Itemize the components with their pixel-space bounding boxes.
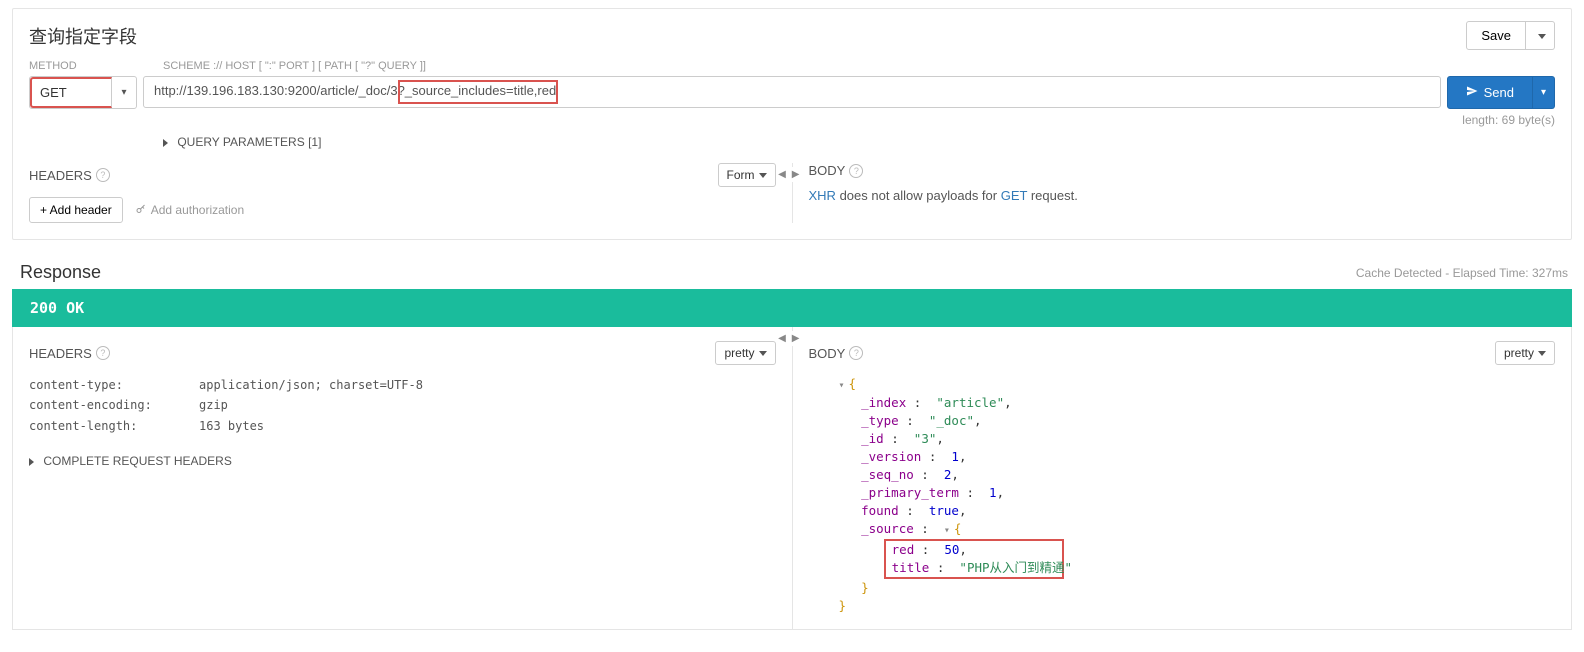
collapse-left-icon[interactable]: ◀	[776, 167, 788, 182]
help-icon[interactable]: ?	[849, 346, 863, 360]
response-body-view-select[interactable]: pretty	[1495, 341, 1555, 365]
response-headers-view-select[interactable]: pretty	[715, 341, 775, 365]
request-body-title: BODY ?	[809, 163, 864, 178]
caret-right-icon	[163, 139, 168, 147]
save-button[interactable]: Save	[1466, 21, 1526, 50]
query-parameters-toggle[interactable]: QUERY PARAMETERS [1]	[163, 135, 1555, 149]
url-text: http://139.196.183.130:9200/article/_doc…	[154, 83, 556, 98]
url-input[interactable]: http://139.196.183.130:9200/article/_doc…	[143, 76, 1441, 108]
method-caret-icon[interactable]: ▾	[112, 77, 136, 108]
collapse-right-icon[interactable]: ▶	[790, 167, 802, 182]
response-headers-list: content-type:application/json; charset=U…	[29, 375, 776, 436]
url-label: SCHEME :// HOST [ ":" PORT ] [ PATH [ "?…	[163, 60, 1555, 72]
response-body-title: BODY ?	[809, 346, 864, 361]
page-title: 查询指定字段	[29, 23, 137, 49]
json-collapse-icon[interactable]: ▾	[944, 525, 950, 536]
response-title: Response	[20, 262, 101, 283]
request-panel: 查询指定字段 Save METHOD SCHEME :// HOST [ ":"…	[12, 8, 1572, 240]
help-icon[interactable]: ?	[96, 346, 110, 360]
caret-right-icon	[29, 458, 34, 466]
collapse-left-icon[interactable]: ◀	[776, 331, 788, 346]
send-dropdown-button[interactable]: ▾	[1533, 76, 1555, 109]
key-icon	[135, 203, 147, 218]
response-status-bar: 200 OK	[12, 289, 1572, 327]
method-value: GET	[30, 77, 112, 108]
send-button[interactable]: Send	[1447, 76, 1533, 109]
response-json-body: ▾{ _index : "article", _type : "_doc", _…	[839, 375, 1556, 615]
method-label: METHOD	[29, 60, 159, 72]
response-meta: Cache Detected - Elapsed Time: 327ms	[1356, 266, 1568, 280]
request-body-info: XHR does not allow payloads for GET requ…	[809, 188, 1556, 203]
json-collapse-icon[interactable]: ▾	[839, 380, 845, 391]
add-authorization-link[interactable]: Add authorization	[135, 203, 244, 218]
send-icon	[1466, 85, 1478, 100]
json-highlight-annotation: red : 50, title : "PHP从入门到精通"	[884, 539, 1064, 579]
save-dropdown-button[interactable]	[1526, 21, 1555, 50]
request-headers-title: HEADERS ?	[29, 168, 110, 183]
help-icon[interactable]: ?	[96, 168, 110, 182]
collapse-right-icon[interactable]: ▶	[790, 331, 802, 346]
method-select[interactable]: GET ▾	[29, 76, 137, 109]
complete-request-headers-toggle[interactable]: COMPLETE REQUEST HEADERS	[29, 454, 776, 468]
add-header-button[interactable]: + Add header	[29, 197, 123, 223]
url-length-text: length: 69 byte(s)	[29, 113, 1555, 127]
headers-view-select[interactable]: Form	[718, 163, 776, 187]
response-headers-title: HEADERS ?	[29, 346, 110, 361]
help-icon[interactable]: ?	[849, 164, 863, 178]
